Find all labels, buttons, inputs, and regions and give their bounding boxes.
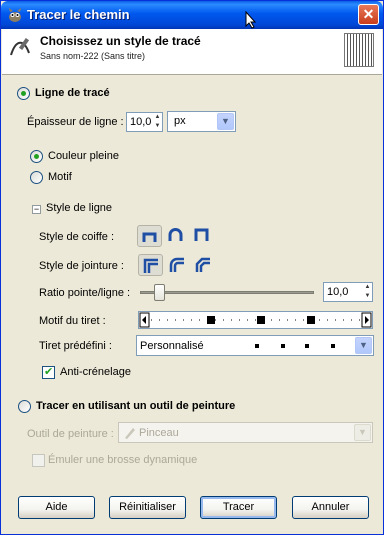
- paint-tool-select[interactable]: Pinceau ▼: [118, 422, 373, 443]
- dash-preview-icon: [255, 344, 335, 348]
- dash-preset-select[interactable]: Personnalisé ▼: [136, 335, 374, 356]
- help-button[interactable]: Aide: [18, 496, 95, 519]
- cap-butt-icon: [142, 232, 157, 242]
- miter-ratio-spinner[interactable]: 10,0 ▲ ▼: [323, 282, 373, 302]
- pattern-label: Motif: [48, 171, 72, 183]
- miter-ratio-label: Ratio pointe/ligne :: [39, 287, 131, 299]
- gimp-icon: [9, 8, 21, 22]
- window-title: Tracer le chemin: [27, 7, 130, 22]
- dash-pattern-label: Motif du tiret :: [39, 315, 106, 327]
- miter-ratio-slider[interactable]: [140, 291, 314, 294]
- stroke-line-label: Ligne de tracé: [35, 87, 110, 99]
- stroke-path-dialog: Tracer le chemin ✕ Choisissez un style d…: [0, 0, 384, 535]
- stroke-button[interactable]: Tracer: [200, 496, 277, 519]
- paint-tool-select-label: Outil de peinture :: [27, 428, 114, 440]
- chevron-down-icon[interactable]: ▼: [217, 113, 234, 130]
- dash-pattern-editor[interactable]: [138, 311, 373, 329]
- stroke-path-icon: [10, 37, 30, 56]
- header-title: Choisissez un style de tracé: [40, 34, 201, 48]
- mouse-cursor-icon: [245, 11, 257, 29]
- join-style-label: Style de jointure :: [39, 260, 124, 272]
- reset-button[interactable]: Réinitialiser: [109, 496, 186, 519]
- line-style-expander[interactable]: Style de ligne: [46, 202, 112, 214]
- line-width-label: Épaisseur de ligne :: [27, 116, 124, 128]
- cancel-button[interactable]: Annuler: [292, 496, 369, 519]
- solid-color-label: Couleur pleine: [48, 150, 119, 162]
- cap-round-icon: [168, 228, 183, 241]
- pattern-preview: [344, 33, 374, 67]
- line-width-spinner[interactable]: 10,0 ▲ ▼: [126, 112, 163, 132]
- join-round-icon: [169, 257, 184, 272]
- join-miter-button[interactable]: [138, 254, 163, 276]
- paintbrush-icon: [125, 428, 135, 439]
- emulate-dynamics-label: Émuler une brosse dynamique: [48, 454, 198, 466]
- chevron-down-icon[interactable]: ▼: [355, 337, 372, 354]
- collapse-icon[interactable]: −: [32, 205, 41, 214]
- solid-color-radio[interactable]: [30, 150, 43, 163]
- header-subtitle: Sans nom-222 (Sans titre): [40, 51, 146, 61]
- cap-square-icon: [194, 228, 209, 241]
- stroke-line-radio[interactable]: [17, 87, 30, 100]
- emulate-dynamics-checkbox[interactable]: [32, 454, 45, 467]
- unit-select[interactable]: px ▼: [167, 111, 236, 132]
- paint-tool-label: Tracer en utilisant un outil de peinture: [36, 400, 236, 412]
- close-button[interactable]: ✕: [358, 4, 379, 25]
- cap-style-label: Style de coiffe :: [39, 231, 115, 243]
- miter-ratio-slider-thumb[interactable]: [154, 284, 165, 301]
- spinner-arrows-icon[interactable]: ▲ ▼: [153, 113, 162, 131]
- join-bevel-icon: [195, 257, 210, 272]
- title-bar[interactable]: Tracer le chemin ✕: [1, 1, 383, 29]
- cap-square-button[interactable]: [190, 225, 215, 247]
- dash-preset-label: Tiret prédéfini :: [39, 340, 112, 352]
- dash-pattern-graphic: [139, 312, 372, 328]
- cap-butt-button[interactable]: [137, 225, 162, 247]
- cap-round-button[interactable]: [164, 225, 189, 247]
- join-miter-icon: [143, 258, 158, 273]
- join-round-button[interactable]: [165, 254, 190, 276]
- dialog-header: Choisissez un style de tracé Sans nom-22…: [2, 29, 382, 75]
- antialias-checkbox[interactable]: [42, 365, 55, 379]
- chevron-down-icon[interactable]: ▼: [354, 424, 371, 441]
- spinner-arrows-icon[interactable]: ▲ ▼: [363, 283, 372, 301]
- antialias-label: Anti-crénelage: [60, 366, 131, 378]
- pattern-radio[interactable]: [30, 171, 43, 184]
- join-bevel-button[interactable]: [191, 254, 216, 276]
- paint-tool-radio[interactable]: [18, 400, 31, 413]
